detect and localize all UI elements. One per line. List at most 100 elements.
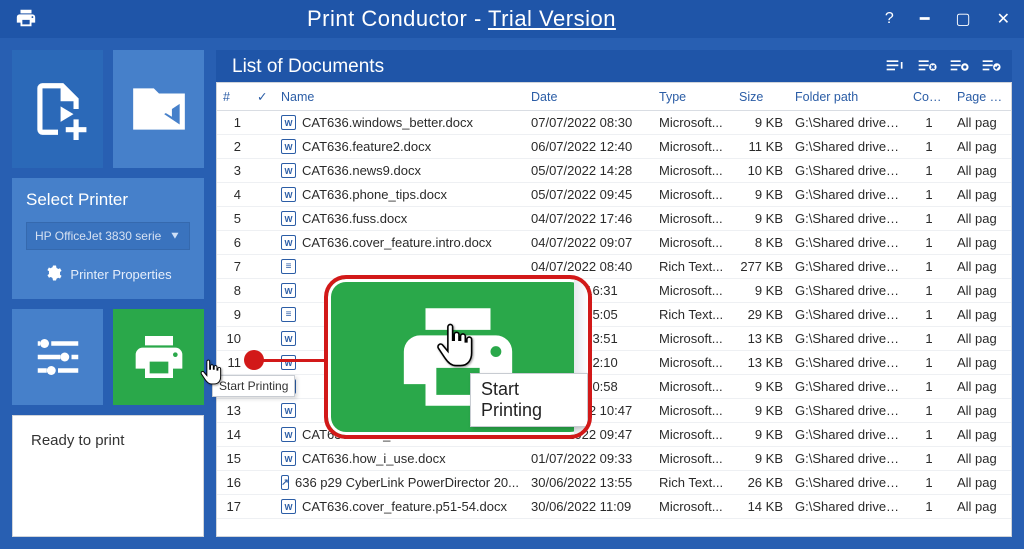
- row-copies: 1: [907, 231, 951, 255]
- row-copies: 1: [907, 183, 951, 207]
- row-date: 06/07/2022 12:40: [525, 135, 653, 159]
- add-documents-tile[interactable]: [12, 50, 103, 168]
- row-check[interactable]: [251, 255, 275, 279]
- row-check[interactable]: [251, 495, 275, 519]
- row-range: All pag: [951, 495, 1011, 519]
- row-type: Microsoft...: [653, 423, 733, 447]
- row-check[interactable]: [251, 447, 275, 471]
- help-button[interactable]: ?: [879, 6, 900, 32]
- printer-dropdown[interactable]: HP OfficeJet 3830 series [5D960D: [26, 222, 190, 250]
- row-range: All pag: [951, 303, 1011, 327]
- table-row[interactable]: 5CAT636.fuss.docx04/07/2022 17:46Microso…: [217, 207, 1011, 231]
- table-row[interactable]: 16636 p29 CyberLink PowerDirector 20...3…: [217, 471, 1011, 495]
- open-folder-tile[interactable]: [113, 50, 204, 168]
- row-check[interactable]: [251, 327, 275, 351]
- trial-link[interactable]: Trial Version: [488, 6, 616, 31]
- row-range: All pag: [951, 447, 1011, 471]
- table-row[interactable]: 4CAT636.phone_tips.docx05/07/2022 09:45M…: [217, 183, 1011, 207]
- row-check[interactable]: [251, 159, 275, 183]
- gear-icon: [44, 264, 62, 285]
- table-row[interactable]: 704/07/2022 08:40Rich Text...277 KBG:\Sh…: [217, 255, 1011, 279]
- doc-icon: [281, 331, 296, 346]
- row-range: All pag: [951, 399, 1011, 423]
- col-folder[interactable]: Folder path: [789, 83, 907, 111]
- row-type: Rich Text...: [653, 255, 733, 279]
- table-row[interactable]: 15CAT636.how_i_use.docx01/07/2022 09:33M…: [217, 447, 1011, 471]
- row-size: 9 KB: [733, 399, 789, 423]
- row-folder: G:\Shared drives\C...: [789, 303, 907, 327]
- row-check[interactable]: [251, 207, 275, 231]
- col-check[interactable]: ✓: [251, 83, 275, 111]
- col-name[interactable]: Name: [275, 83, 525, 111]
- row-size: 8 KB: [733, 231, 789, 255]
- row-copies: 1: [907, 303, 951, 327]
- row-name: 636 p29 CyberLink PowerDirector 20...: [275, 471, 525, 495]
- start-printing-tile[interactable]: [113, 309, 204, 405]
- row-folder: G:\Shared drives\C...: [789, 375, 907, 399]
- list-action-check[interactable]: [980, 56, 1002, 78]
- row-check[interactable]: [251, 183, 275, 207]
- row-index: 7: [217, 255, 251, 279]
- row-check[interactable]: [251, 303, 275, 327]
- table-row[interactable]: 3CAT636.news9.docx05/07/2022 14:28Micros…: [217, 159, 1011, 183]
- maximize-button[interactable]: ▢: [949, 5, 976, 33]
- settings-tile[interactable]: [12, 309, 103, 405]
- row-check[interactable]: [251, 399, 275, 423]
- row-size: 10 KB: [733, 159, 789, 183]
- minimize-button[interactable]: ━: [914, 5, 936, 33]
- row-size: 9 KB: [733, 279, 789, 303]
- table-row[interactable]: 17CAT636.cover_feature.p51-54.docx30/06/…: [217, 495, 1011, 519]
- doc-icon: [281, 163, 296, 178]
- row-copies: 1: [907, 351, 951, 375]
- row-size: 277 KB: [733, 255, 789, 279]
- list-action-select[interactable]: [948, 56, 970, 78]
- select-printer-title: Select Printer: [26, 190, 190, 210]
- table-row[interactable]: 2CAT636.feature2.docx06/07/2022 12:40Mic…: [217, 135, 1011, 159]
- row-index: 8: [217, 279, 251, 303]
- row-index: 2: [217, 135, 251, 159]
- row-type: Microsoft...: [653, 159, 733, 183]
- row-check[interactable]: [251, 423, 275, 447]
- row-range: All pag: [951, 351, 1011, 375]
- col-copies[interactable]: Copies: [907, 83, 951, 111]
- row-copies: 1: [907, 255, 951, 279]
- row-folder: G:\Shared drives\C...: [789, 183, 907, 207]
- row-type: Microsoft...: [653, 399, 733, 423]
- row-folder: G:\Shared drives\C...: [789, 399, 907, 423]
- col-size[interactable]: Size: [733, 83, 789, 111]
- callout-tooltip: Start Printing: [470, 373, 588, 427]
- row-folder: G:\Shared drives\C...: [789, 471, 907, 495]
- app-icon: [15, 7, 37, 32]
- status-panel: Ready to print: [12, 415, 204, 537]
- row-check[interactable]: [251, 135, 275, 159]
- row-check[interactable]: [251, 279, 275, 303]
- table-row[interactable]: 6CAT636.cover_feature.intro.docx04/07/20…: [217, 231, 1011, 255]
- col-date[interactable]: Date: [525, 83, 653, 111]
- col-range[interactable]: Page ra...: [951, 83, 1011, 111]
- list-action-remove[interactable]: [916, 56, 938, 78]
- row-type: Microsoft...: [653, 447, 733, 471]
- printer-properties-button[interactable]: Printer Properties: [26, 264, 190, 285]
- row-check[interactable]: [251, 111, 275, 135]
- row-folder: G:\Shared drives\C...: [789, 159, 907, 183]
- row-check[interactable]: [251, 231, 275, 255]
- col-type[interactable]: Type: [653, 83, 733, 111]
- row-range: All pag: [951, 327, 1011, 351]
- col-num[interactable]: #: [217, 83, 251, 111]
- close-button[interactable]: ✕: [991, 5, 1016, 33]
- row-date: 04/07/2022 09:07: [525, 231, 653, 255]
- row-folder: G:\Shared drives\C...: [789, 495, 907, 519]
- doc-icon: [281, 283, 296, 298]
- row-range: All pag: [951, 159, 1011, 183]
- doc-icon: [281, 403, 296, 418]
- list-action-1[interactable]: [884, 56, 906, 78]
- row-folder: G:\Shared drives\C...: [789, 447, 907, 471]
- row-range: All pag: [951, 423, 1011, 447]
- row-type: Microsoft...: [653, 183, 733, 207]
- title-bar: Print Conductor - Trial Version ? ━ ▢ ✕: [0, 0, 1024, 38]
- row-copies: 1: [907, 159, 951, 183]
- row-folder: G:\Shared drives\C...: [789, 231, 907, 255]
- row-check[interactable]: [251, 471, 275, 495]
- row-date: 01/07/2022 09:33: [525, 447, 653, 471]
- table-row[interactable]: 1CAT636.windows_better.docx07/07/2022 08…: [217, 111, 1011, 135]
